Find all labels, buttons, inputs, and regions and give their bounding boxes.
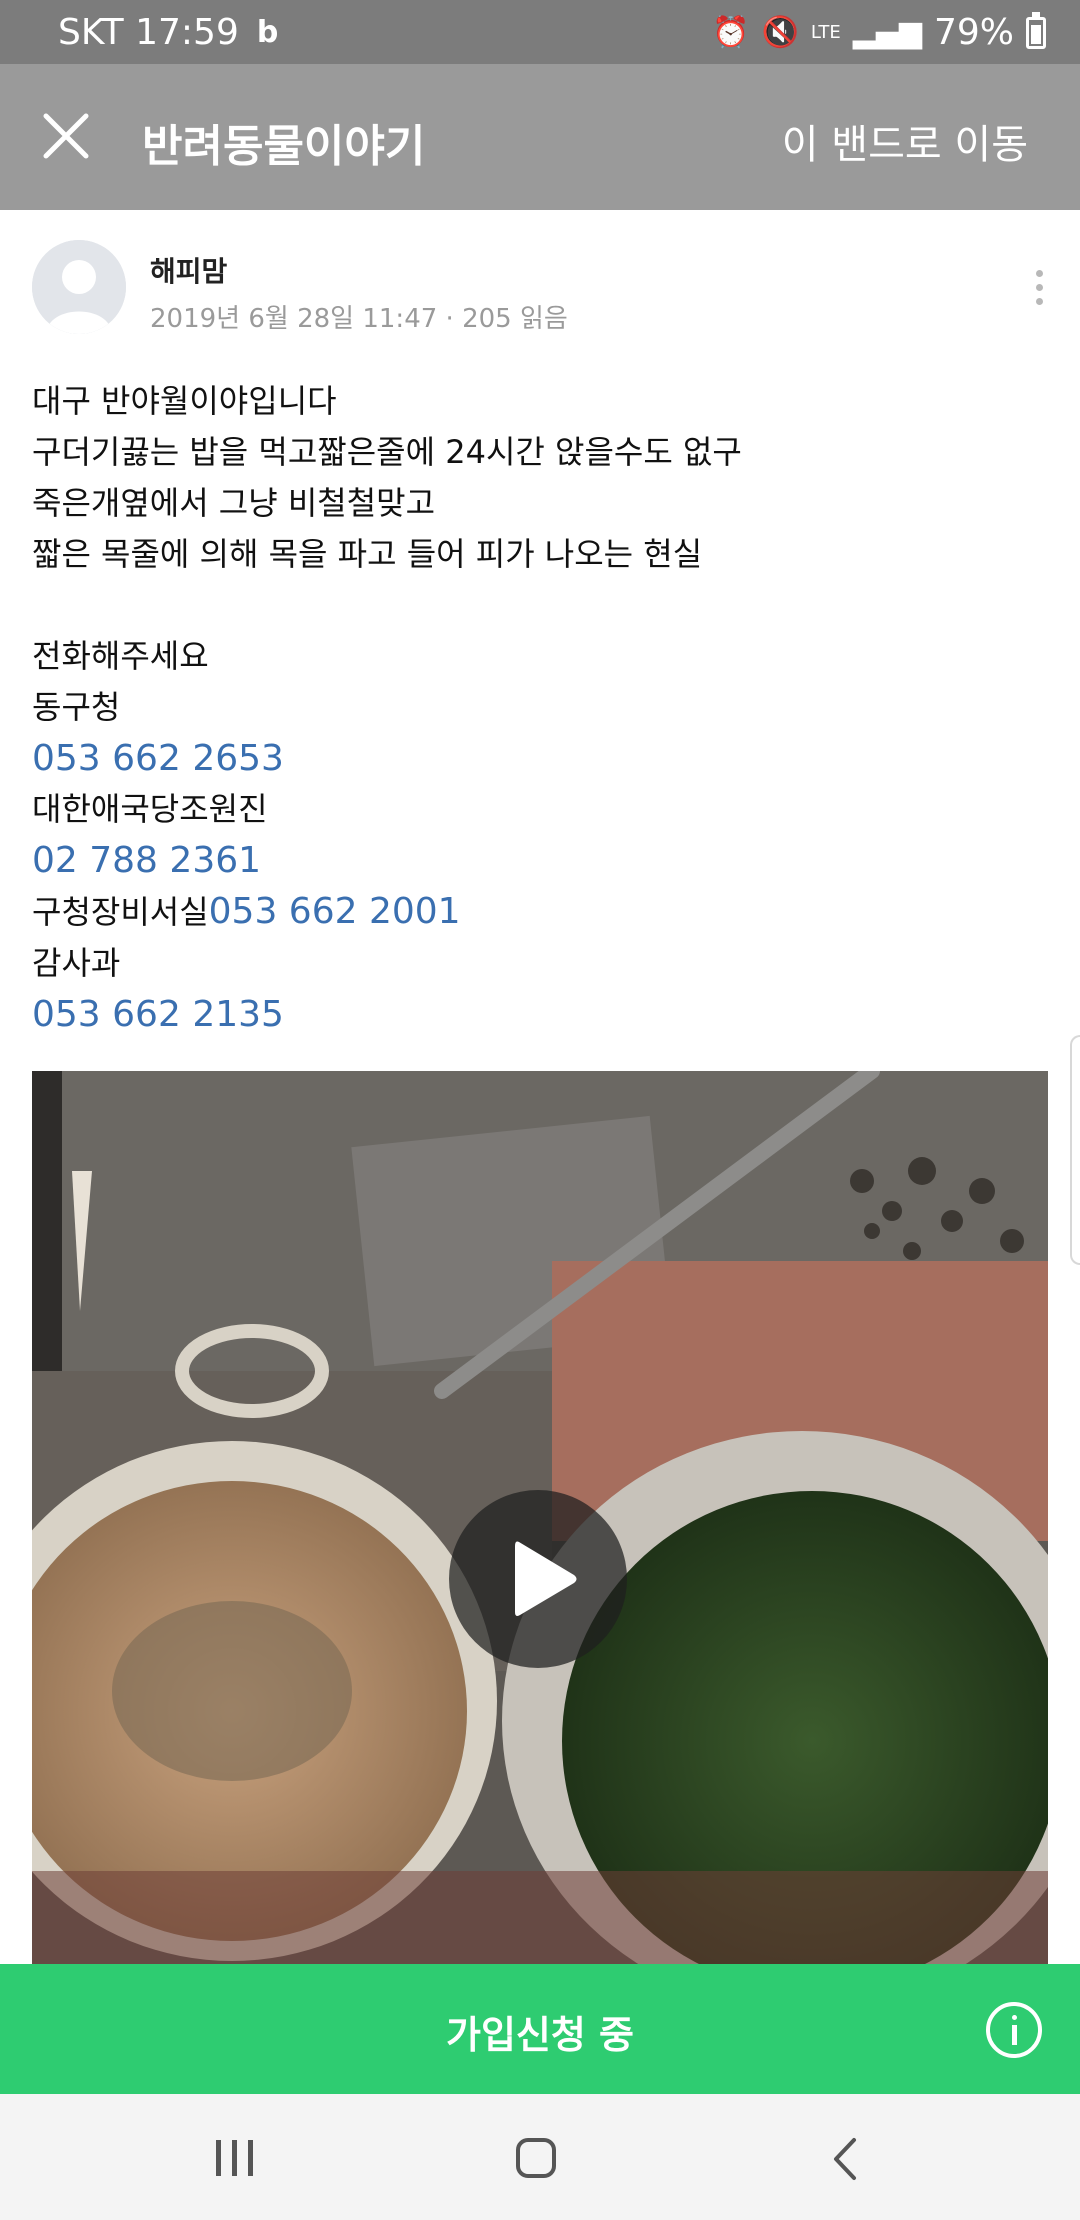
status-right: ⏰ 🔇 LTE ▂▄▆ 79% [712,11,1046,53]
avatar[interactable] [32,240,126,334]
play-icon [515,1541,577,1616]
home-icon[interactable] [512,2134,562,2184]
post-meta: 2019년 6월 28일 11:47 · 205 읽음 [150,304,568,334]
post-line: 죽은개옆에서 그냥 비철철맞고 [32,484,436,522]
post-line [32,580,1042,631]
join-bar[interactable]: 가입신청 중 [0,1964,1080,2094]
phone-link[interactable]: 053 662 2001 [209,891,461,932]
org-label: 구청장비서실 [32,893,209,931]
navigation-bar [0,2094,1080,2220]
post-line: 전화해주세요 [32,637,209,675]
back-icon[interactable] [818,2134,874,2184]
more-options-button[interactable] [1032,270,1046,310]
post-line: 동구청 [32,688,121,726]
goto-band-button[interactable]: 이 밴드로 이동 [782,112,1028,170]
post-line: 대구 반야월이야입니다 [32,382,337,420]
author-name[interactable]: 해피맘 [150,250,227,290]
more-dot [1035,270,1043,277]
lte-indicator: LTE [810,21,841,43]
post-header: 해피맘 2019년 6월 28일 11:47 · 205 읽음 [32,240,1052,340]
battery-icon [1026,11,1046,49]
close-button[interactable] [36,106,96,166]
band-title: 반려동물이야기 [142,121,426,172]
close-icon [43,113,89,159]
band-app-icon: b [256,14,279,50]
app-bar: 반려동물이야기 이 밴드로 이동 [0,64,1080,210]
phone-link[interactable]: 02 788 2361 [32,835,1042,886]
recents-icon[interactable] [208,2134,264,2184]
post-line: 구청장비서실053 662 2001 [32,886,1042,938]
default-avatar-icon [32,240,126,334]
post-body: 대구 반야월이야입니다 구더기끓는 밥을 먹고짧은줄에 24시간 앉을수도 없구… [32,376,1042,1040]
post-line: 짧은 목줄에 의해 목을 파고 들어 피가 나오는 현실 [32,535,703,573]
status-bar: SKT 17:59 b ⏰ 🔇 LTE ▂▄▆ 79% [0,0,1080,64]
carrier-time: SKT 17:59 [58,12,239,53]
play-button[interactable] [449,1490,627,1668]
signal-icon: ▂▄▆ [852,14,922,50]
alarm-icon: ⏰ [712,14,750,50]
join-status-label: 가입신청 중 [445,2013,635,2057]
video-thumbnail[interactable] [32,1071,1048,1964]
phone-link[interactable]: 053 662 2135 [32,989,1042,1040]
more-dot [1035,298,1043,305]
phone-link[interactable]: 053 662 2653 [32,733,1042,784]
mute-icon: 🔇 [761,14,799,50]
battery-level: 79% [933,12,1014,53]
more-dot [1035,284,1043,291]
status-left: SKT 17:59 b [58,12,278,53]
post-line: 구더기끓는 밥을 먹고짧은줄에 24시간 앉을수도 없구 [32,433,742,471]
post-line: 감사과 [32,944,121,982]
side-panel-handle[interactable] [1070,1035,1080,1265]
post-line: 대한애국당조원진 [32,790,268,828]
info-icon[interactable] [986,2002,1042,2058]
